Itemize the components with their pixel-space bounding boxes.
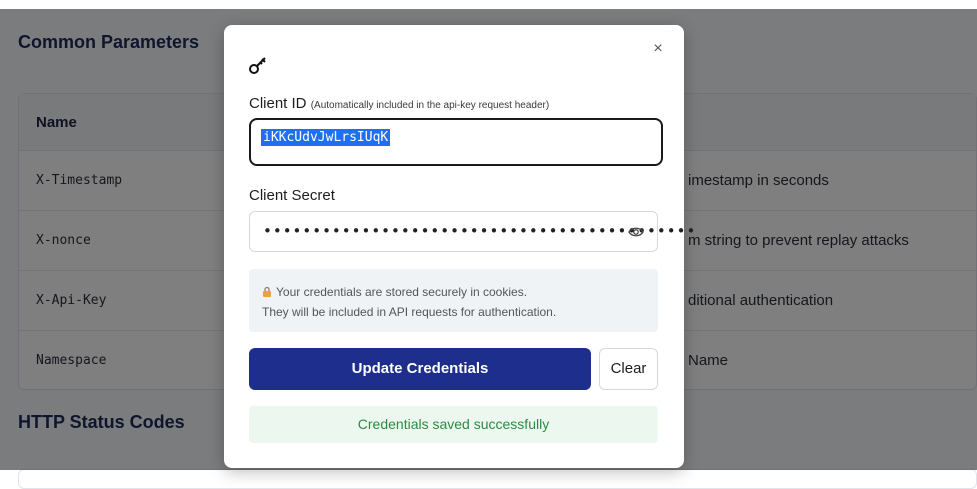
client-secret-input[interactable]: ••••••••••••••••••••••••••••••••••••••••…: [249, 211, 695, 252]
client-id-hint: (Automatically included in the api-key r…: [310, 100, 550, 111]
top-strip: [0, 0, 977, 9]
client-secret-label: Client Secret: [249, 187, 335, 204]
update-credentials-button[interactable]: Update Credentials: [249, 348, 591, 390]
success-message: Credentials saved successfully: [249, 406, 658, 443]
client-id-value: iKKcUdvJwLrsIUqK: [261, 129, 391, 146]
notice-line-1: Your credentials are stored securely in …: [262, 285, 527, 299]
clear-button[interactable]: Clear: [599, 348, 658, 390]
key-icon: [249, 57, 266, 74]
lock-icon: [263, 286, 271, 297]
eye-icon[interactable]: [628, 225, 644, 239]
http-status-codes-table: [18, 469, 977, 489]
credentials-modal: × Client ID (Automatically included in t…: [224, 25, 695, 468]
notice-line-2: They will be included in API requests fo…: [262, 305, 557, 319]
close-icon[interactable]: ×: [649, 40, 667, 58]
client-id-label-text: Client ID: [249, 95, 307, 112]
client-id-input[interactable]: iKKcUdvJwLrsIUqK: [249, 118, 663, 166]
credentials-notice: Your credentials are stored securely in …: [249, 269, 658, 332]
notice-line-1-text: Your credentials are stored securely in …: [276, 285, 528, 299]
client-id-label: Client ID (Automatically included in the…: [249, 95, 549, 112]
page: Common Parameters Name X-Timestamp imest…: [0, 0, 977, 489]
